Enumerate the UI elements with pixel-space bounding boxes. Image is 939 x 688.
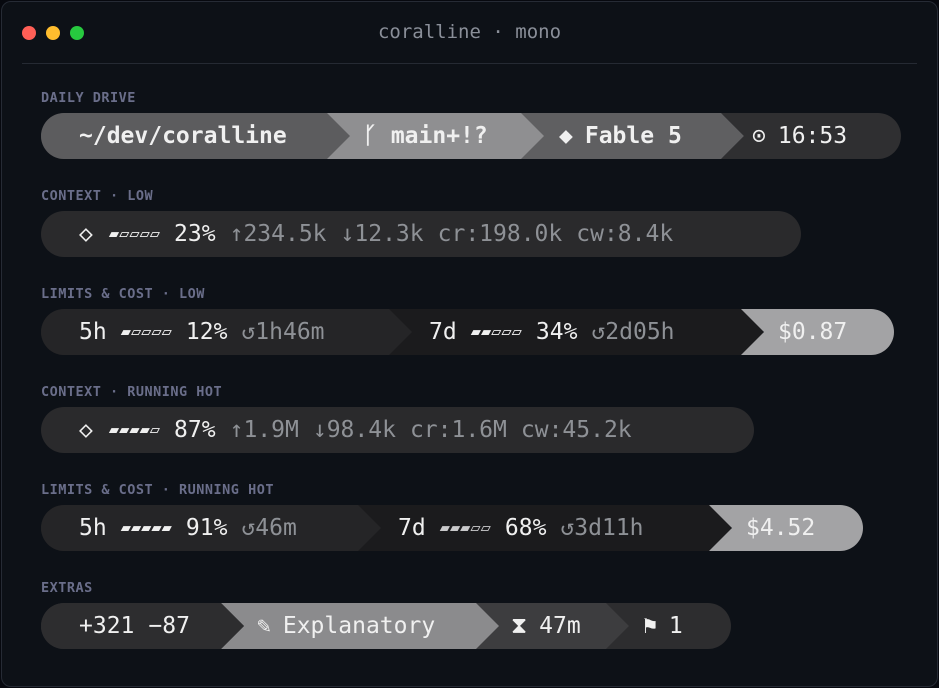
- section-label-extras: EXTRAS: [41, 580, 93, 596]
- pencil-icon: ✎: [257, 613, 271, 639]
- session-cost: $4.52: [746, 515, 816, 541]
- window-5h-gauge: ▰▱▱▱▱: [120, 322, 172, 342]
- statusline-extras: +321 −87 ✎ Explanatory ⧗ 47m ⚑ 1: [41, 603, 731, 649]
- tokens-in: ↑1.9M: [229, 417, 299, 443]
- window-7d-percent: 34%: [535, 319, 578, 345]
- clock-icon: ⊙: [752, 123, 766, 149]
- cache-read: cr:198.0k: [437, 221, 563, 247]
- window-title: coralline · mono: [377, 21, 562, 43]
- segment-context: ◇ ▰▰▰▰▱ 87% ↑1.9M ↓98.4k cr:1.6M cw:45.2…: [79, 407, 632, 453]
- model-name: Fable 5: [584, 123, 682, 149]
- window-7d-reset: ↺3d11h: [560, 515, 644, 541]
- segment-output-style: ✎ Explanatory: [257, 603, 435, 649]
- hourglass-icon: ⧗: [511, 613, 528, 639]
- statusline-context-hot: ◇ ▰▰▰▰▱ 87% ↑1.9M ↓98.4k cr:1.6M cw:45.2…: [41, 407, 754, 453]
- tokens-in: ↑234.5k: [229, 221, 327, 247]
- context-percent: 23%: [174, 221, 216, 247]
- section-label-daily-drive: DAILY DRIVE: [41, 90, 136, 106]
- segment-diff: +321 −87: [79, 603, 190, 649]
- segment-branch: ᚴ main+!?: [363, 113, 488, 159]
- window-5h-label: 5h: [79, 515, 107, 541]
- git-branch-icon: ᚴ: [363, 123, 377, 149]
- terminal-window: coralline · mono DAILY DRIVE ~/dev/coral…: [1, 1, 938, 687]
- window-5h-reset: ↺1h46m: [241, 319, 325, 345]
- session-duration: 47m: [539, 613, 581, 639]
- path-text: ~/dev/coralline: [79, 123, 287, 149]
- context-diamond-icon: ◇: [79, 221, 93, 247]
- segment-flags: ⚑ 1: [643, 603, 683, 649]
- tokens-out: ↓12.3k: [340, 221, 424, 247]
- statusline-limits-hot: 5h ▰▰▰▰▰ 91% ↺46m 7d ▰▰▰▱▱ 68% ↺3d11h $4…: [41, 505, 863, 551]
- context-diamond-icon: ◇: [79, 417, 93, 443]
- lines-removed: −87: [148, 613, 190, 639]
- flag-count: 1: [668, 613, 683, 639]
- branch-name: main+!?: [390, 123, 488, 149]
- window-7d-label: 7d: [398, 515, 426, 541]
- tokens-out: ↓98.4k: [312, 417, 396, 443]
- segment-model: ◆ Fable 5: [559, 113, 682, 159]
- statusline-daily-drive: ~/dev/coralline ᚴ main+!? ◆ Fable 5 ⊙ 16…: [41, 113, 901, 159]
- window-5h-reset: ↺46m: [241, 515, 297, 541]
- segment-7d-window: 7d ▰▰▱▱▱ 34% ↺2d05h: [429, 309, 675, 355]
- context-gauge: ▰▰▰▰▱: [108, 420, 161, 440]
- segment-clock: ⊙ 16:53: [752, 113, 847, 159]
- diamond-icon: ◆: [559, 123, 573, 149]
- section-label-context-hot: CONTEXT · RUNNING HOT: [41, 384, 223, 400]
- segment-7d-window: 7d ▰▰▰▱▱ 68% ↺3d11h: [398, 505, 644, 551]
- window-7d-label: 7d: [429, 319, 457, 345]
- segment-cost: $0.87: [778, 309, 847, 355]
- section-label-context-low: CONTEXT · LOW: [41, 188, 154, 204]
- lines-added: +321: [79, 613, 135, 639]
- window-7d-percent: 68%: [504, 515, 547, 541]
- section-label-limits-hot: LIMITS & COST · RUNNING HOT: [41, 482, 274, 498]
- cache-write: cw:8.4k: [576, 221, 674, 247]
- output-style: Explanatory: [282, 613, 436, 639]
- segment-path: ~/dev/coralline: [79, 113, 287, 159]
- segment-5h-window: 5h ▰▰▰▰▰ 91% ↺46m: [79, 505, 297, 551]
- cache-read: cr:1.6M: [409, 417, 507, 443]
- window-5h-percent: 91%: [185, 515, 228, 541]
- segment-duration: ⧗ 47m: [511, 603, 581, 649]
- window-7d-gauge: ▰▰▱▱▱: [470, 322, 522, 342]
- flag-icon: ⚑: [643, 613, 657, 639]
- context-percent: 87%: [174, 417, 216, 443]
- section-label-limits-low: LIMITS & COST · LOW: [41, 286, 205, 302]
- segment-5h-window: 5h ▰▱▱▱▱ 12% ↺1h46m: [79, 309, 325, 355]
- cache-write: cw:45.2k: [520, 417, 632, 443]
- window-7d-reset: ↺2d05h: [591, 319, 675, 345]
- window-7d-gauge: ▰▰▰▱▱: [439, 518, 491, 538]
- clock-time: 16:53: [777, 123, 848, 149]
- session-cost: $0.87: [778, 319, 848, 345]
- segment-context: ◇ ▰▱▱▱▱ 23% ↑234.5k ↓12.3k cr:198.0k cw:…: [79, 211, 673, 257]
- window-5h-percent: 12%: [185, 319, 228, 345]
- statusline-context-low: ◇ ▰▱▱▱▱ 23% ↑234.5k ↓12.3k cr:198.0k cw:…: [41, 211, 801, 257]
- title-bar: coralline · mono: [2, 2, 937, 64]
- statusline-limits-low: 5h ▰▱▱▱▱ 12% ↺1h46m 7d ▰▰▱▱▱ 34% ↺2d05h …: [41, 309, 894, 355]
- window-5h-label: 5h: [79, 319, 107, 345]
- segment-cost: $4.52: [746, 505, 815, 551]
- context-gauge: ▰▱▱▱▱: [108, 224, 161, 244]
- window-5h-gauge: ▰▰▰▰▰: [120, 518, 172, 538]
